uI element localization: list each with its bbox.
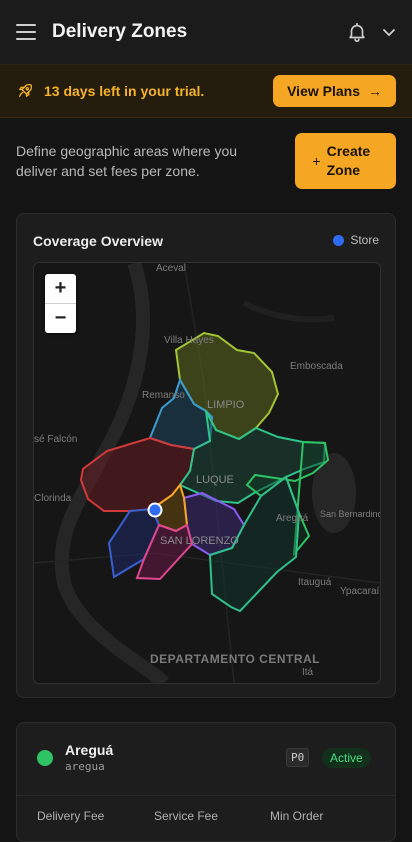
divider (17, 795, 395, 796)
service-fee-label: Service Fee (154, 809, 219, 823)
place-label: Itauguá (298, 577, 332, 588)
place-label: Aceval (156, 263, 186, 274)
place-label: LUQUE (196, 474, 234, 486)
coverage-map[interactable]: Aceval Villa Hayes Emboscada Remanso LIM… (33, 262, 381, 684)
status-badge: Active (322, 748, 371, 768)
zoom-in-button[interactable]: + (45, 274, 76, 303)
place-label: Clorinda (34, 493, 72, 504)
place-label: sé Falcón (34, 434, 77, 445)
rocket-icon (19, 83, 33, 97)
map-canvas[interactable]: Aceval Villa Hayes Emboscada Remanso LIM… (34, 263, 380, 683)
zone-slug: aregua (65, 760, 105, 773)
plus-icon: + (312, 152, 321, 169)
place-label: Villa Hayes (164, 335, 214, 346)
chevron-down-icon[interactable] (382, 25, 396, 39)
menu-icon[interactable] (16, 24, 36, 40)
store-legend-label: Store (350, 233, 379, 247)
zone-priority-badge: P0 (286, 748, 310, 767)
place-label: Areguá (276, 513, 309, 524)
place-label: LIMPIO (207, 399, 245, 411)
delivery-fee-label: Delivery Fee (37, 809, 105, 823)
view-plans-button[interactable]: View Plans → (273, 75, 396, 107)
place-label: Itá (302, 667, 314, 678)
store-legend: Store (333, 233, 379, 247)
zone-color-dot (37, 750, 53, 766)
zone-card[interactable]: Areguá aregua P0 Active Delivery Fee Ser… (16, 722, 396, 842)
min-order-label: Min Order (270, 809, 324, 823)
zoom-out-button[interactable]: − (45, 303, 76, 333)
trial-banner: 13 days left in your trial. View Plans → (0, 64, 412, 118)
create-zone-label: Create Zone (326, 143, 371, 178)
top-bar: Delivery Zones (0, 0, 412, 64)
create-zone-button[interactable]: + Create Zone (295, 133, 396, 189)
store-marker[interactable] (147, 502, 163, 518)
place-label: Emboscada (290, 361, 343, 372)
zone-name: Areguá (65, 742, 114, 758)
place-label: San Bernardino (320, 509, 380, 519)
view-plans-label: View Plans (287, 83, 360, 99)
page-title: Delivery Zones (52, 21, 188, 42)
zoom-controls: + − (45, 274, 76, 333)
place-label: DEPARTAMENTO CENTRAL (150, 652, 320, 666)
arrow-right-icon: → (368, 83, 382, 99)
card-title: Coverage Overview (33, 233, 163, 249)
page-description: Define geographic areas where you delive… (16, 143, 238, 179)
place-label: SAN LORENZO (160, 535, 239, 547)
place-label: Ypacaraí (340, 586, 380, 597)
trial-message: 13 days left in your trial. (44, 83, 205, 99)
coverage-overview-card: Coverage Overview Store Aceval Villa Hay… (16, 213, 396, 698)
store-legend-dot (333, 234, 345, 246)
place-label: Remanso (142, 390, 185, 401)
bell-icon[interactable] (346, 21, 368, 43)
